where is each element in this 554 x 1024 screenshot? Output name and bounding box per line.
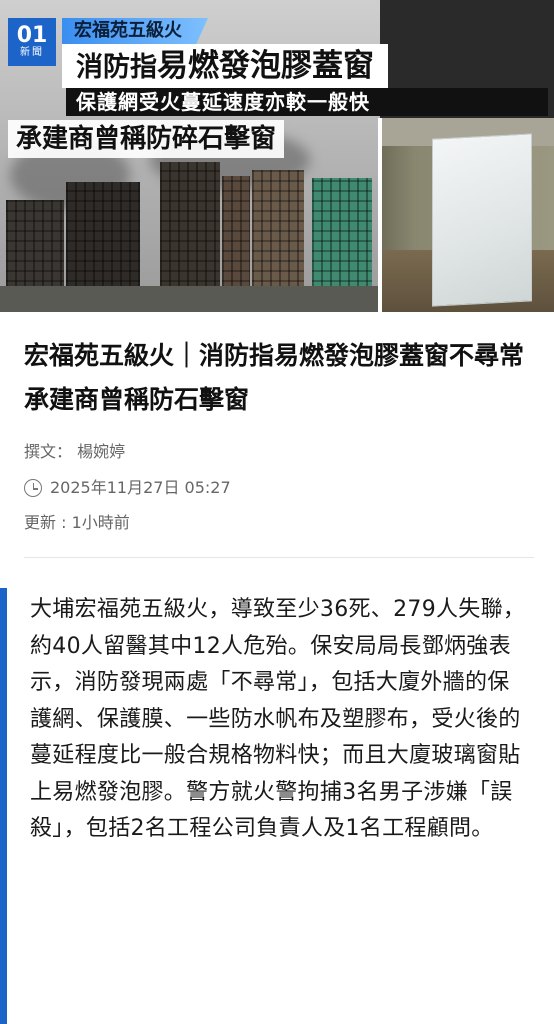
- article-author[interactable]: 撰文： 楊婉婷: [24, 441, 125, 463]
- hk01-logo: 01 新聞: [8, 18, 56, 66]
- hero-caption: 承建商曾稱防碎石擊窗: [8, 120, 285, 158]
- clock-icon: [24, 479, 42, 497]
- hero-headline-main: 易燃發泡膠蓋窗: [157, 48, 374, 84]
- updated-time: 更新 : 1小時前: [24, 513, 130, 532]
- hero-headline-lead: 消防指: [76, 52, 157, 83]
- hero-image: 01 新聞 宏福苑五級火 消防指易燃發泡膠蓋窗 保護網受火蔓延速度亦較一般快 承…: [0, 0, 554, 312]
- hero-headline: 消防指易燃發泡膠蓋窗: [62, 44, 388, 88]
- foam-covered-window: [432, 133, 532, 307]
- lead-accent-bar: [0, 588, 7, 1024]
- header-divider: [24, 557, 534, 558]
- publish-time-text: 2025年11月27日 05:27: [50, 478, 231, 497]
- ground-strip: [0, 286, 380, 312]
- photo-divider: [378, 118, 382, 312]
- hero-subline: 保護網受火蔓延速度亦較一般快: [66, 88, 548, 116]
- logo-mark: 01: [16, 23, 48, 48]
- lead-paragraph: 大埔宏福苑五級火，導致至少36死、279人失聯，約40人留醫其中12人危殆。保安…: [30, 597, 526, 841]
- topic-tag: 宏福苑五級火: [62, 18, 208, 44]
- publish-time: 2025年11月27日 05:27: [24, 477, 231, 499]
- article-title: 宏福苑五級火｜消防指易燃發泡膠蓋窗不尋常 承建商曾稱防石擊窗: [24, 341, 550, 414]
- logo-subtitle: 新聞: [20, 47, 44, 58]
